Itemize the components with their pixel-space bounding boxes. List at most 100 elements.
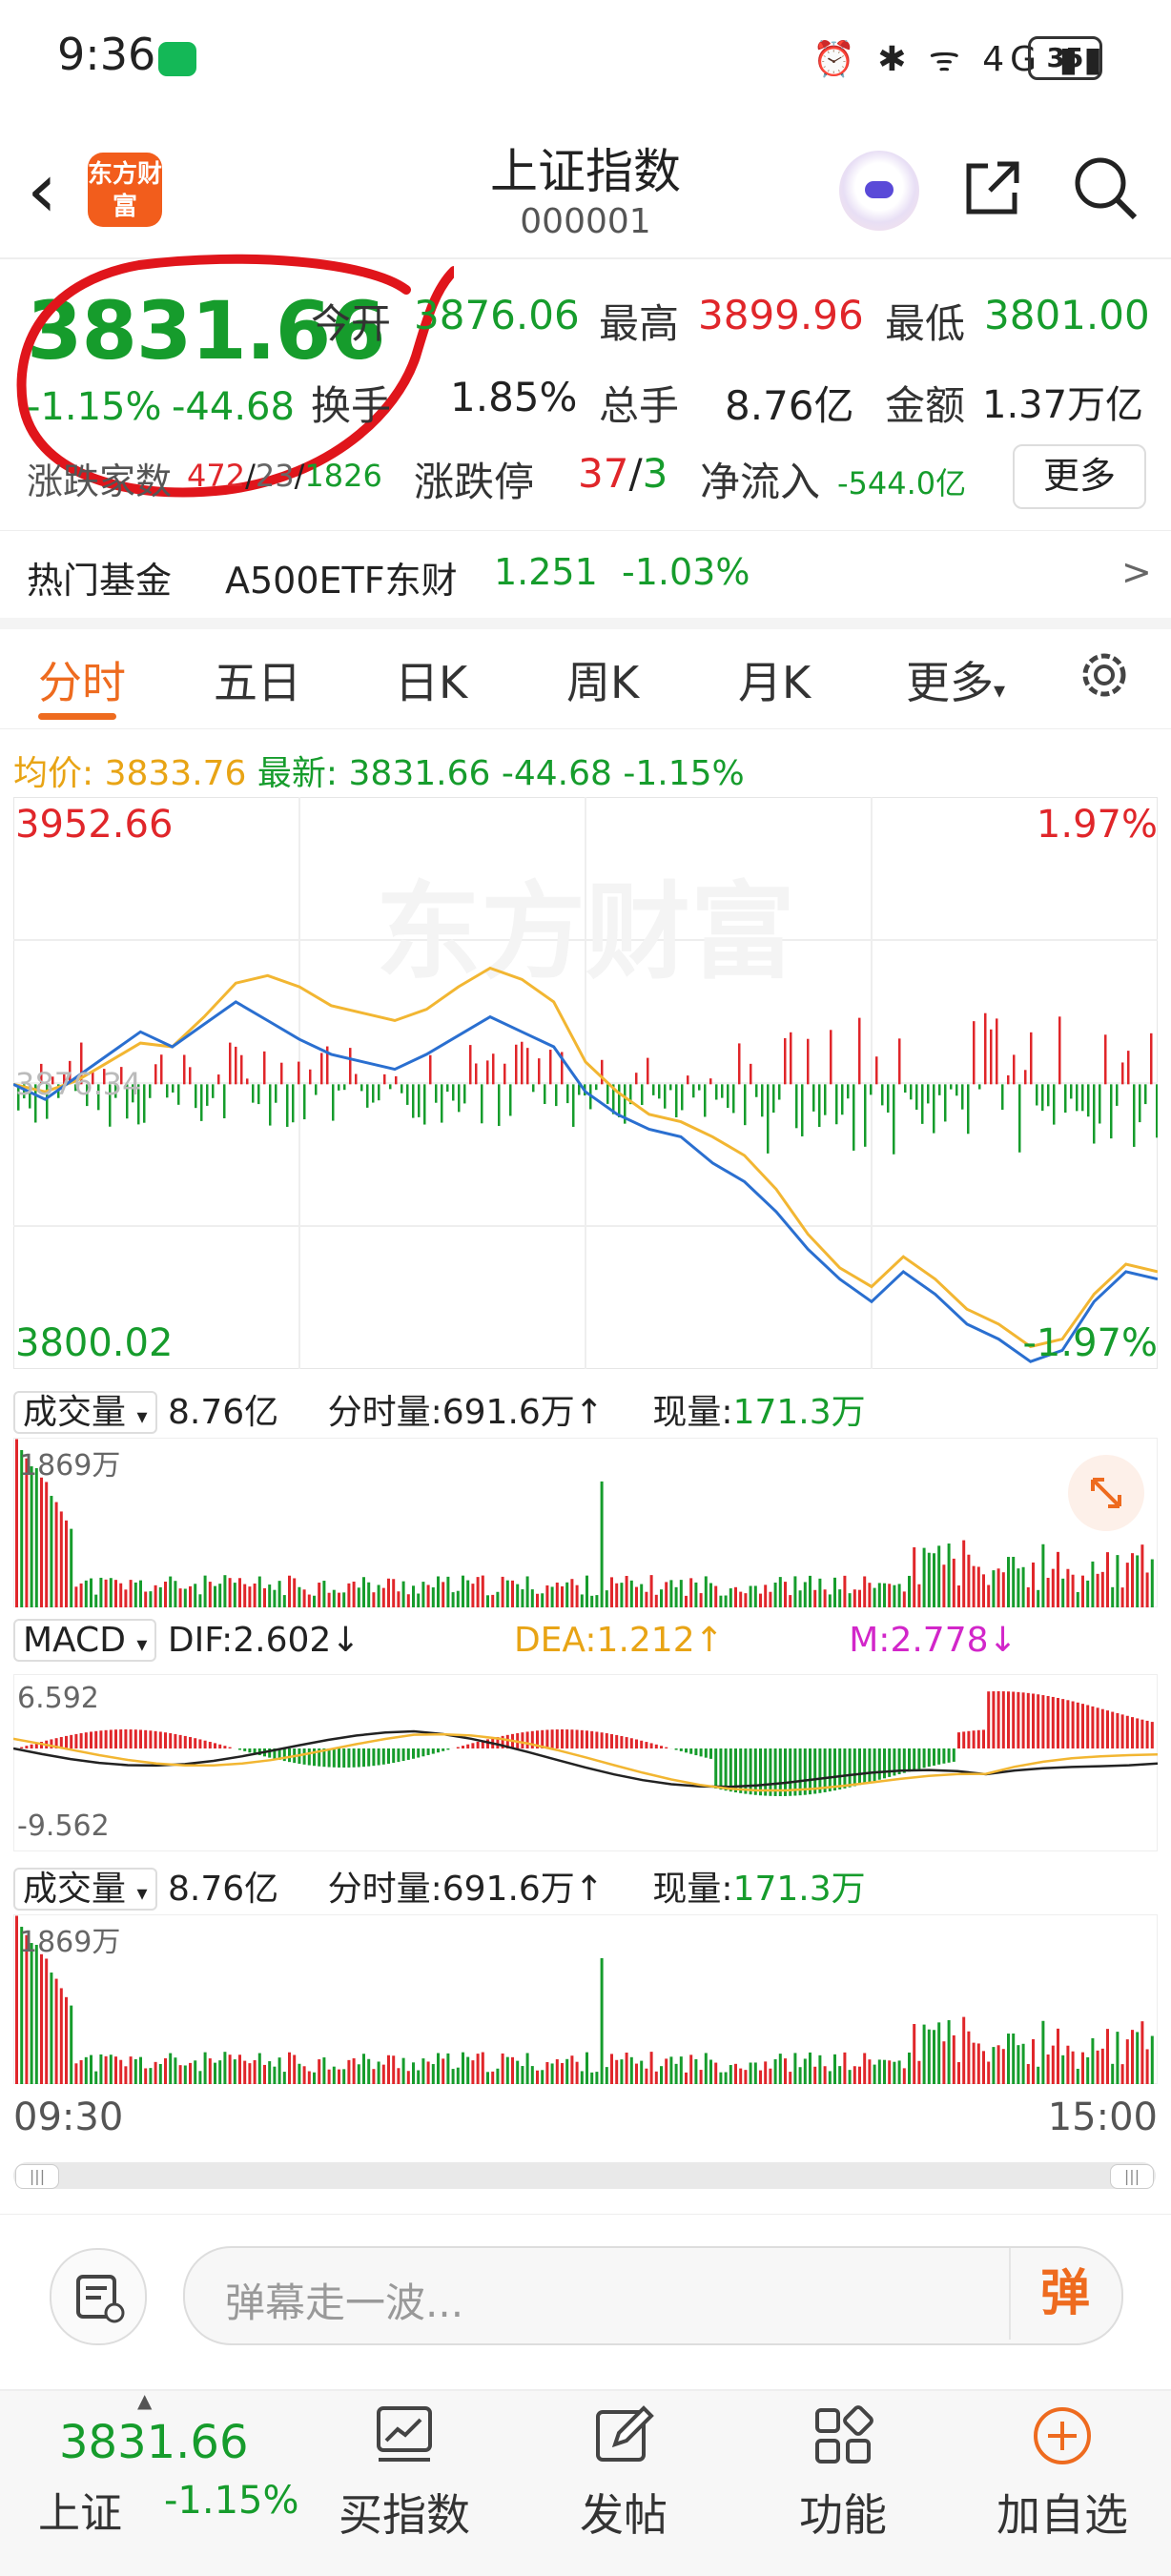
macd-indicator-select[interactable]: MACD ▾ — [13, 1619, 156, 1662]
share-icon[interactable] — [963, 158, 1022, 217]
add-watchlist-button[interactable]: 加自选 — [976, 2402, 1148, 2544]
volume-bar — [209, 1582, 212, 1607]
volume-bar — [997, 2045, 1000, 2084]
bottom-index-name[interactable]: 上证 — [38, 2479, 122, 2540]
volume-bar — [556, 2059, 559, 2084]
macd-bar — [417, 1748, 420, 1758]
volume-bar — [849, 2070, 852, 2084]
volume-bar — [734, 1587, 737, 1607]
flow-bar — [183, 1054, 186, 1084]
danmu-send-button[interactable]: 弹 — [1009, 2248, 1120, 2340]
scroll-handle-left[interactable]: ||| — [15, 2164, 59, 2189]
volume-bar — [105, 2056, 108, 2084]
volume-bar — [229, 2055, 232, 2084]
hot-fund-arrow-icon[interactable]: > — [1121, 551, 1152, 593]
macd-bar — [1041, 1695, 1044, 1748]
search-icon[interactable] — [1072, 154, 1139, 221]
hot-fund-name[interactable]: A500ETF东财 — [225, 551, 458, 603]
volume-bar — [506, 1581, 509, 1607]
functions-button[interactable]: 功能 — [757, 2402, 929, 2544]
functions-label: 功能 — [757, 2481, 929, 2544]
volume-indicator-select-2[interactable]: 成交量 ▾ — [13, 1868, 157, 1911]
volume-bar — [809, 1576, 811, 1607]
avg-label: 均价: — [13, 754, 93, 793]
macd-bar — [858, 1748, 861, 1785]
macd-bar — [432, 1748, 435, 1754]
macd-bar — [372, 1748, 375, 1766]
buy-index-button[interactable]: 买指数 — [318, 2402, 490, 2544]
latest-label: 最新: — [257, 754, 338, 793]
macd-bar — [1086, 1705, 1089, 1748]
volume-bar — [888, 1584, 891, 1607]
tab-intraday[interactable]: 分时 — [38, 648, 126, 711]
volume-bar — [957, 1585, 960, 1607]
macd-bar — [1027, 1693, 1030, 1748]
volume-bar — [838, 2066, 841, 2084]
flow-bar — [566, 1084, 569, 1103]
volume-bar — [1101, 2049, 1104, 2084]
volume-bar — [55, 1979, 58, 2084]
macd-bar — [581, 1730, 584, 1748]
volume-bar — [700, 1593, 703, 1607]
volume-bar — [893, 2062, 895, 2084]
expand-icon[interactable] — [1068, 1455, 1144, 1531]
volume-bar — [298, 2064, 300, 2084]
caret-up-icon: ▲ — [137, 2389, 152, 2412]
volume-bar — [482, 1576, 484, 1607]
flow-bar — [606, 1084, 609, 1104]
macd-bar — [362, 1748, 365, 1767]
volume-bar — [903, 2068, 906, 2084]
flow-bar — [635, 1073, 638, 1084]
chart-scrollbar[interactable] — [13, 2162, 1156, 2189]
volume-bar — [590, 1596, 593, 1607]
flow-bar — [1047, 1084, 1050, 1106]
scroll-handle-right[interactable]: ||| — [1110, 2164, 1154, 2189]
volume-bar — [967, 2032, 970, 2084]
macd-bar — [595, 1731, 598, 1748]
tab-daily-k[interactable]: 日K — [395, 648, 467, 711]
post-button[interactable]: 发帖 — [538, 2402, 709, 2544]
tab-weekly-k[interactable]: 周K — [566, 648, 639, 711]
arrow-down-icon: ↓ — [989, 1621, 1017, 1660]
settings-gear-icon[interactable] — [1076, 646, 1133, 704]
plus-circle-icon — [1029, 2402, 1096, 2469]
tab-five-day[interactable]: 五日 — [214, 648, 301, 711]
volume-bar — [1072, 1575, 1075, 1607]
macd-bar — [288, 1748, 291, 1762]
macd-bar — [953, 1748, 955, 1762]
flow-bar — [955, 1084, 958, 1095]
macd-bar — [1047, 1696, 1050, 1748]
volume-bar — [759, 1594, 762, 1607]
flow-bar — [143, 1084, 146, 1122]
danmu-settings-icon[interactable] — [50, 2248, 147, 2345]
tab-more[interactable]: 更多▾ — [906, 648, 1005, 711]
macd-bar — [169, 1733, 172, 1748]
volume-bar — [198, 1594, 201, 1607]
volume-bar — [471, 2060, 474, 2084]
flow-bar — [544, 1084, 546, 1104]
volume-bar — [937, 1545, 940, 1607]
volume-bar — [750, 2062, 752, 2084]
volume-bar — [942, 2041, 945, 2084]
more-button[interactable]: 更多 — [1013, 444, 1146, 509]
intraday-chart[interactable]: 东方财富 — [13, 797, 1158, 1369]
macd-bar — [793, 1748, 796, 1796]
volume-bar — [1081, 2053, 1084, 2084]
volume-bar — [1057, 1552, 1059, 1607]
volume-bar — [1047, 2055, 1050, 2084]
flow-bar — [423, 1084, 426, 1124]
latest-pct: -1.15% — [623, 754, 744, 793]
macd-bar — [214, 1743, 216, 1748]
bottom-price[interactable]: 3831.66 — [59, 2416, 249, 2469]
macd-bar — [660, 1746, 663, 1748]
macd-bar — [412, 1748, 415, 1759]
volume-bar — [635, 1587, 638, 1607]
tab-monthly-k[interactable]: 月K — [738, 648, 811, 711]
flow-bar — [1018, 1084, 1021, 1152]
volume-bar — [570, 2055, 573, 2084]
macd-bar — [685, 1748, 688, 1752]
volume-bar — [273, 2067, 276, 2084]
volume-bar — [392, 1579, 395, 1607]
volume-indicator-select[interactable]: 成交量 ▾ — [13, 1391, 157, 1434]
volume-bar — [318, 1583, 320, 1607]
